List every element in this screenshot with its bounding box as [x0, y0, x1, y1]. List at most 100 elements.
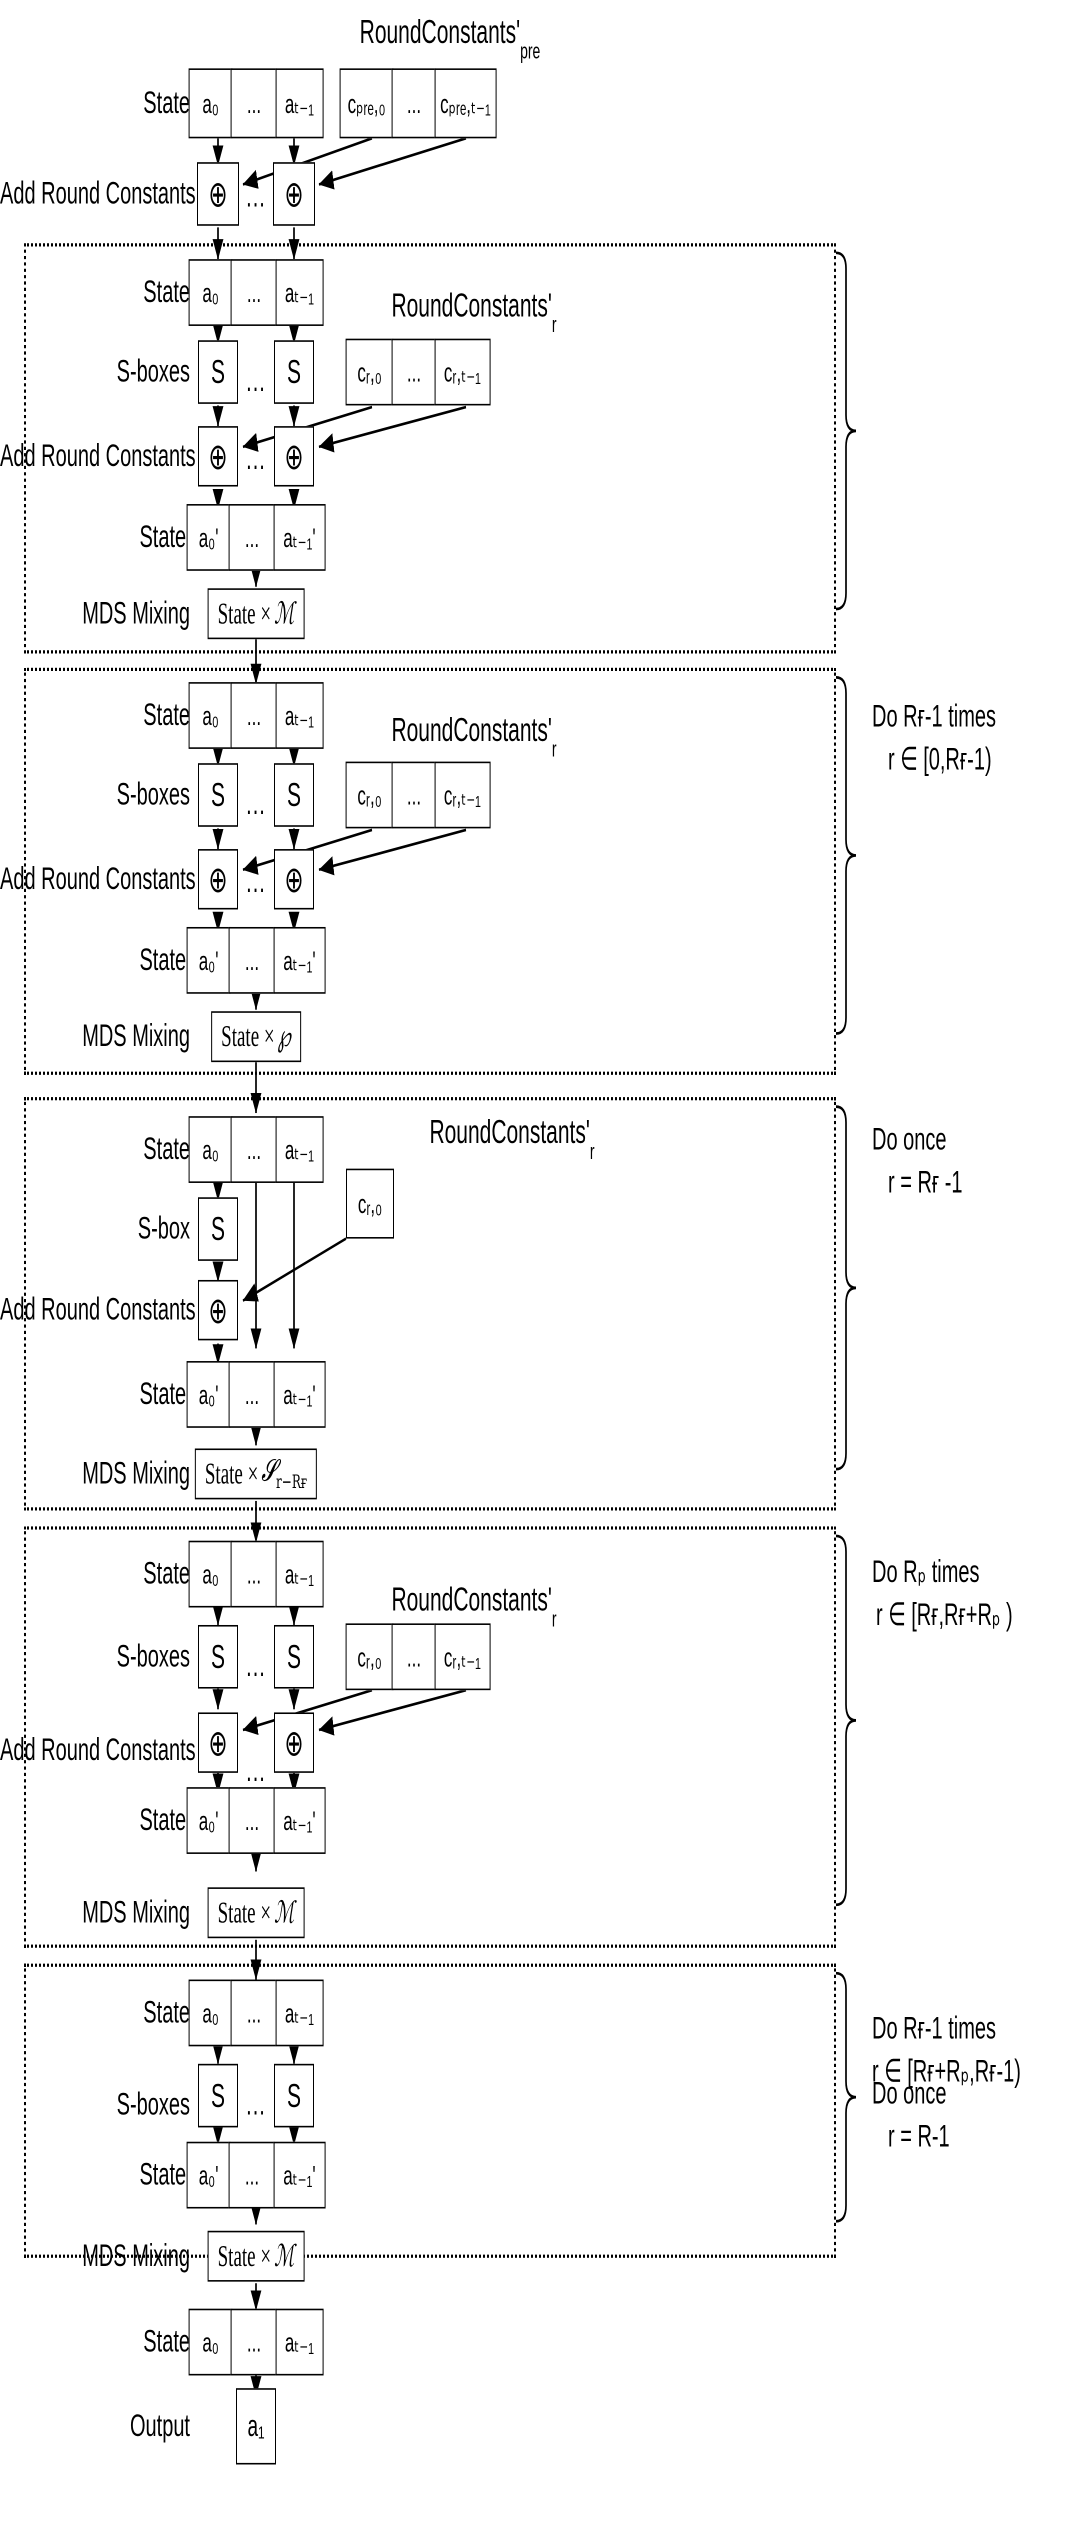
rc-cell-cpre0: cₚᵣₑ,₀ [339, 68, 394, 139]
note-line-2: r = R-1 [888, 2119, 950, 2155]
sbox-s5-t1: S [274, 2063, 314, 2128]
note-line-1: Do Rғ-1 times [872, 2011, 996, 2047]
state-cell-at1: aₜ₋₁ [275, 682, 324, 749]
xor-box-s1-t1: ⊕ [274, 426, 314, 487]
sbox-s2-0: S [198, 763, 238, 827]
rc-cell-cr0: cᵣ,₀ [346, 1168, 394, 1239]
state-cell-dots: ... [231, 1540, 277, 1608]
round-constants-r-label-s1: RoundConstants'r [391, 289, 556, 335]
rc-pre-text: RoundConstants' [359, 14, 521, 51]
rc-r-text: RoundConstants' [391, 1581, 552, 1619]
row-label-sboxes-s2: S-boxes [116, 777, 190, 813]
rc-r-sub: r [589, 1138, 595, 1165]
row-label-stateprime-s3: State' [139, 1376, 190, 1412]
mds-prefix: State × [217, 1896, 272, 1930]
stateprime-cell-a0: a₀' [186, 1361, 231, 1428]
stateprime-cell-dots: ... [229, 1361, 275, 1428]
mds-box-s2: State × ℘ [211, 1011, 301, 1063]
row-label-stateprime-s5: State' [139, 2157, 190, 2193]
state-cell-a0: a₀ [188, 682, 233, 749]
state-cell-at1: aₜ₋₁ [275, 1116, 324, 1183]
stateprime-strip-s4: a₀' ... aₜ₋₁' [186, 1787, 326, 1854]
diagram-canvas: State a₀ ... aₜ₋₁ RoundConstants'pre cₚᵣ… [0, 0, 1074, 2544]
stateprime-strip-s1: a₀' ... aₜ₋₁' [186, 504, 326, 571]
section-note-full-rounds-first: Do Rғ-1 times r ∈ [0,Rғ-1) [872, 696, 996, 782]
mds-box-s4: State × ℳ [207, 1887, 305, 1939]
xor-dots-pre: ... [246, 179, 266, 215]
row-label-sboxes-s4: S-boxes [116, 1639, 190, 1675]
note-line-1: Do once [872, 1122, 947, 1158]
rc-cell-dots: ... [392, 338, 436, 406]
row-label-arc-s2: Add Round Constants [0, 861, 196, 897]
section-note-partial-rounds: Do Rₚ times r ∈ [Rғ,Rғ+Rₚ ) [872, 1552, 1013, 1638]
sbox-s1-0: S [198, 340, 238, 404]
row-label-stateprime-s1: State' [139, 519, 190, 555]
row-label-state-s1: State [143, 275, 190, 311]
sbox-s4-0: S [198, 1624, 238, 1689]
state-cell-at1: aₜ₋₁ [275, 2308, 324, 2376]
state-strip-s5: a₀ ... aₜ₋₁ [188, 1979, 324, 2047]
stateprime-cell-dots: ... [229, 504, 275, 571]
sbox-s5-0: S [198, 2063, 238, 2128]
state-strip-final: a₀ ... aₜ₋₁ [188, 2308, 324, 2376]
rc-cell-crt1: cᵣ,ₜ₋₁ [434, 761, 491, 829]
round-constants-strip-s3: cᵣ,₀ [346, 1168, 394, 1239]
state-strip-s1: a₀ ... aₜ₋₁ [188, 259, 324, 326]
row-label-mds-s2: MDS Mixing [82, 1019, 190, 1055]
rc-r-sub: r [551, 1606, 557, 1632]
stateprime-cell-a0: a₀' [186, 504, 231, 571]
stateprime-strip-s2: a₀' ... aₜ₋₁' [186, 926, 326, 994]
round-constants-strip-s2: cᵣ,₀ ... cᵣ,ₜ₋₁ [345, 761, 491, 829]
round-constants-pre-label: RoundConstants'pre [359, 14, 541, 62]
state-cell-dots: ... [231, 2308, 277, 2376]
xor-box-s1-0: ⊕ [198, 426, 238, 487]
row-label-sbox-s3: S-box [137, 1211, 190, 1247]
mds-matrix-S-sub: r−Rғ [276, 1470, 308, 1493]
row-label-state-s4: State [143, 1556, 190, 1592]
state-cell-dots: ... [231, 682, 277, 749]
section-note-final-round: Do once r = R-1 [872, 2073, 950, 2159]
xor-box-s3-0: ⊕ [198, 1279, 238, 1341]
rc-r-sub: r [551, 311, 557, 338]
stateprime-cell-a0: a₀' [186, 2141, 231, 2209]
mds-matrix-M: ℳ [274, 595, 295, 631]
sbox-s2-t1: S [274, 763, 314, 827]
row-label-state-final: State [143, 2324, 190, 2360]
note-line-1: Do Rₚ times [872, 1555, 980, 1590]
state-cell-a0: a₀ [188, 1979, 233, 2047]
sbox-dots-s4: ... [246, 1648, 266, 1684]
state-strip-pre: a₀ ... aₜ₋₁ [188, 68, 324, 139]
rc-cell-crt1: cᵣ,ₜ₋₁ [434, 338, 491, 406]
row-label-stateprime-s2: State' [139, 942, 190, 978]
mds-matrix-S: 𝓢r−Rғ [261, 1456, 308, 1493]
xor-box-pre-t1: ⊕ [273, 162, 315, 226]
xor-box-s4-0: ⊕ [198, 1712, 238, 1773]
mds-box-s1: State × ℳ [207, 588, 305, 640]
sbox-dots-s1: ... [246, 364, 266, 400]
state-cell-a0: a₀ [188, 2308, 233, 2376]
stateprime-cell-dots: ... [229, 1787, 275, 1854]
note-line-1: Do once [872, 2076, 947, 2112]
state-cell-a0: a₀ [188, 1540, 233, 1608]
stateprime-cell-dots: ... [229, 926, 275, 994]
row-label-arc-s1: Add Round Constants [0, 438, 196, 474]
state-cell-dots: ... [231, 1116, 277, 1183]
output-box: a₁ [236, 2388, 276, 2465]
state-cell-at1: aₜ₋₁ [275, 1540, 324, 1608]
mds-prefix: State × [217, 597, 272, 631]
row-label-state-pre: State [143, 85, 190, 121]
round-constants-strip-pre: cₚᵣₑ,₀ ... cₚᵣₑ,ₜ₋₁ [339, 68, 497, 139]
row-label-mds-s5: MDS Mixing [82, 2238, 190, 2274]
xor-dots-s2: ... [246, 864, 266, 900]
state-cell-at1: aₜ₋₁ [275, 259, 324, 326]
row-label-output: Output [129, 2408, 190, 2444]
sbox-dots-s5: ... [246, 2087, 266, 2123]
sbox-s3-0: S [198, 1197, 238, 1261]
stateprime-cell-dots: ... [229, 2141, 275, 2209]
rc-cell-cr0: cᵣ,₀ [345, 1623, 394, 1691]
rc-r-text: RoundConstants' [391, 712, 552, 749]
row-label-mds-s4: MDS Mixing [82, 1895, 190, 1931]
round-constants-r-label-s3: RoundConstants'r [429, 1116, 594, 1162]
rc-cell-cpret1: cₚᵣₑ,ₜ₋₁ [434, 68, 497, 139]
rc-r-sub: r [551, 736, 557, 762]
